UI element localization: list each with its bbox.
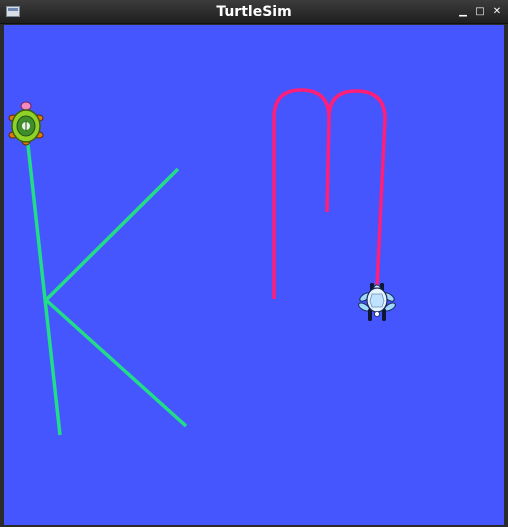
title-bar[interactable]: TurtleSim ▁ □ ✕ (0, 0, 508, 24)
window-title: TurtleSim (216, 4, 292, 20)
light-blue-turtle-icon[interactable] (357, 283, 396, 321)
k-trail-lower-arm (44, 298, 188, 428)
k-trail-stem (24, 126, 62, 436)
close-button[interactable]: ✕ (490, 5, 504, 19)
m-trail (272, 88, 387, 299)
m-trail-first-arch (272, 88, 331, 299)
minimize-button[interactable]: ▁ (456, 5, 470, 19)
k-trail-upper-arm (44, 167, 180, 302)
maximize-button[interactable]: □ (473, 5, 487, 19)
m-trail-second-arch (327, 89, 387, 288)
turtlesim-window: TurtleSim ▁ □ ✕ (0, 0, 508, 527)
green-turtle-icon[interactable] (8, 101, 44, 146)
drawing-surface (8, 88, 396, 436)
k-trail (24, 126, 188, 436)
turtle-canvas[interactable] (4, 25, 504, 525)
